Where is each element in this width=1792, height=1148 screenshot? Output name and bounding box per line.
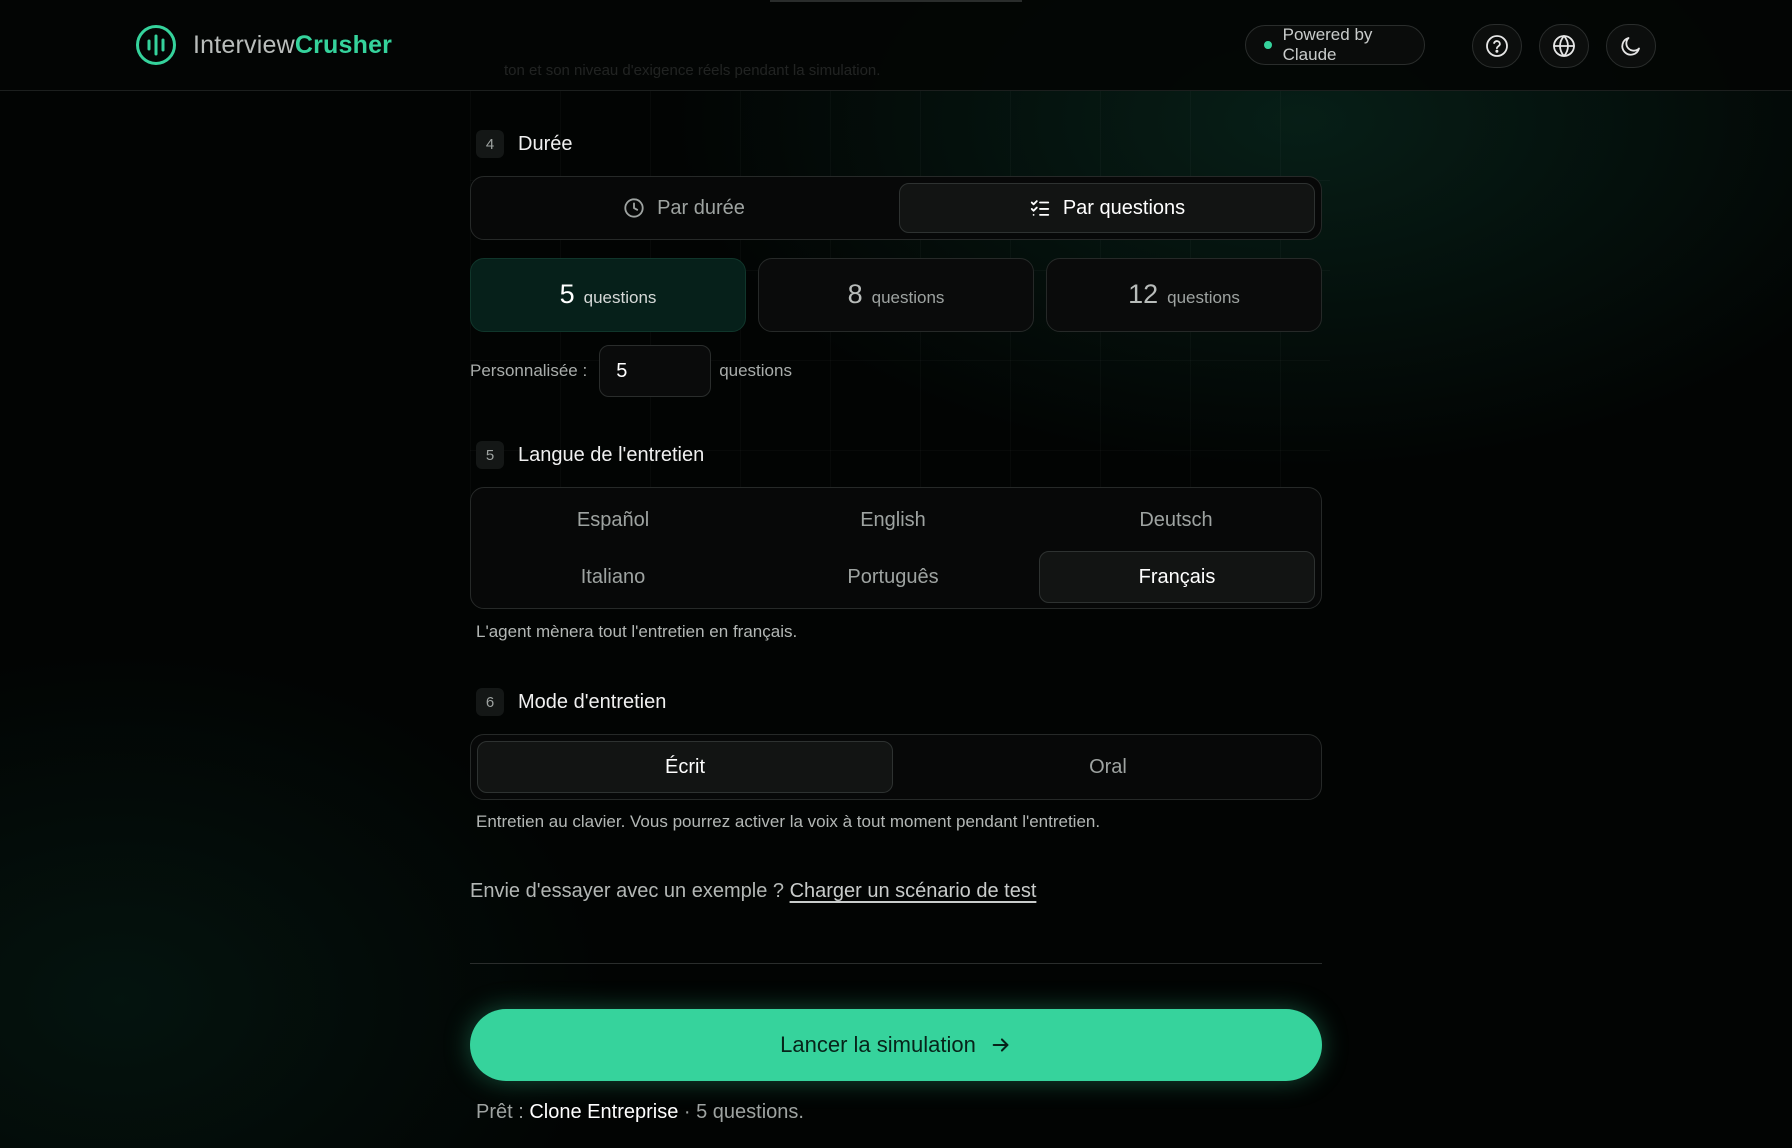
example-prompt: Envie d'essayer avec un exemple ? Charge… <box>470 880 1036 903</box>
divider <box>470 963 1322 964</box>
section-title: Mode d'entretien <box>518 690 667 713</box>
powered-by-badge: Powered by Claude <box>1245 25 1425 65</box>
powered-by-label: Powered by Claude <box>1282 25 1373 64</box>
language-option-en[interactable]: English <box>757 494 1029 546</box>
question-preset-8[interactable]: 8 questions <box>758 258 1034 332</box>
theme-toggle-button[interactable] <box>1606 24 1656 68</box>
clock-icon <box>624 198 644 218</box>
language-option-es[interactable]: Español <box>477 494 749 546</box>
section-title: Langue de l'entretien <box>518 443 705 466</box>
app-logo[interactable]: InterviewCrusher <box>135 24 392 66</box>
custom-count-unit: questions <box>719 361 792 380</box>
question-preset-5[interactable]: 5 questions <box>470 258 746 332</box>
load-test-scenario-link[interactable]: Charger un scénario de test <box>790 880 1037 902</box>
mode-note: Entretien au clavier. Vous pourrez activ… <box>476 812 1101 831</box>
language-option-fr[interactable]: Français <box>1039 551 1315 603</box>
question-preset-12[interactable]: 12 questions <box>1046 258 1322 332</box>
preset-value: 5 <box>559 279 575 309</box>
preset-value: 12 <box>1128 279 1159 309</box>
section-mode-header: 6 Mode d'entretien <box>476 688 666 716</box>
custom-count-label: Personnalisée : <box>470 361 588 380</box>
duration-mode-toggle: Par durée Par questions <box>470 176 1322 240</box>
interview-mode-toggle: Écrit Oral <box>470 734 1322 800</box>
section-language-header: 5 Langue de l'entretien <box>476 441 704 469</box>
arrow-right-icon <box>992 1038 1009 1052</box>
ready-company: Clone Entreprise <box>529 1101 679 1123</box>
example-prompt-text: Envie d'essayer avec un exemple ? <box>470 880 784 902</box>
checklist-icon <box>1030 200 1050 216</box>
ready-prefix: Prêt : <box>476 1101 524 1123</box>
step-number: 4 <box>476 130 504 158</box>
mode-option-written[interactable]: Écrit <box>477 741 893 793</box>
top-bar: ton et son niveau d'exigence réels penda… <box>0 0 1792 91</box>
language-option-it[interactable]: Italiano <box>477 551 749 603</box>
ready-suffix: · 5 questions. <box>683 1101 804 1123</box>
page: ton et son niveau d'exigence réels penda… <box>0 0 1792 1148</box>
section-duration-header: 4 Durée <box>476 130 572 158</box>
app-name-part1: Interview <box>193 30 295 59</box>
custom-question-count: Personnalisée : questions <box>470 345 792 397</box>
preset-unit: questions <box>583 288 657 307</box>
language-selector: Español English Deutsch Italiano Portugu… <box>470 487 1322 609</box>
ready-summary: Prêt : Clone Entreprise · 5 questions. <box>476 1101 804 1124</box>
duration-mode-label: Par questions <box>1062 196 1186 219</box>
duration-mode-by-time[interactable]: Par durée <box>477 183 891 233</box>
preset-unit: questions <box>1167 288 1240 307</box>
help-button[interactable] <box>1472 24 1522 68</box>
preset-unit: questions <box>871 288 945 307</box>
section-title: Durée <box>518 132 573 155</box>
language-option-pt[interactable]: Português <box>757 551 1029 603</box>
launch-simulation-button[interactable]: Lancer la simulation <box>470 1009 1322 1081</box>
scroll-indicator <box>770 0 1022 2</box>
status-dot-icon <box>1264 41 1272 49</box>
help-icon <box>1486 35 1508 57</box>
custom-count-input[interactable] <box>599 345 712 397</box>
step-number: 6 <box>476 688 504 716</box>
duration-mode-label: Par durée <box>657 196 745 219</box>
language-option-de[interactable]: Deutsch <box>1037 494 1315 546</box>
waveform-logo-icon <box>136 25 176 65</box>
language-note: L'agent mènera tout l'entretien en franç… <box>476 622 798 641</box>
step-number: 5 <box>476 441 504 469</box>
globe-icon <box>1553 35 1575 57</box>
mode-option-oral[interactable]: Oral <box>901 741 1315 793</box>
duration-mode-by-questions[interactable]: Par questions <box>899 183 1315 233</box>
moon-icon <box>1621 37 1640 56</box>
app-name-part2: Crusher <box>294 30 393 59</box>
language-button[interactable] <box>1539 24 1589 68</box>
app-name: InterviewCrusher <box>193 31 392 60</box>
preset-value: 8 <box>847 279 863 309</box>
launch-label: Lancer la simulation <box>780 1032 976 1057</box>
scrolled-text-behind-header: ton et son niveau d'exigence réels penda… <box>504 62 881 79</box>
